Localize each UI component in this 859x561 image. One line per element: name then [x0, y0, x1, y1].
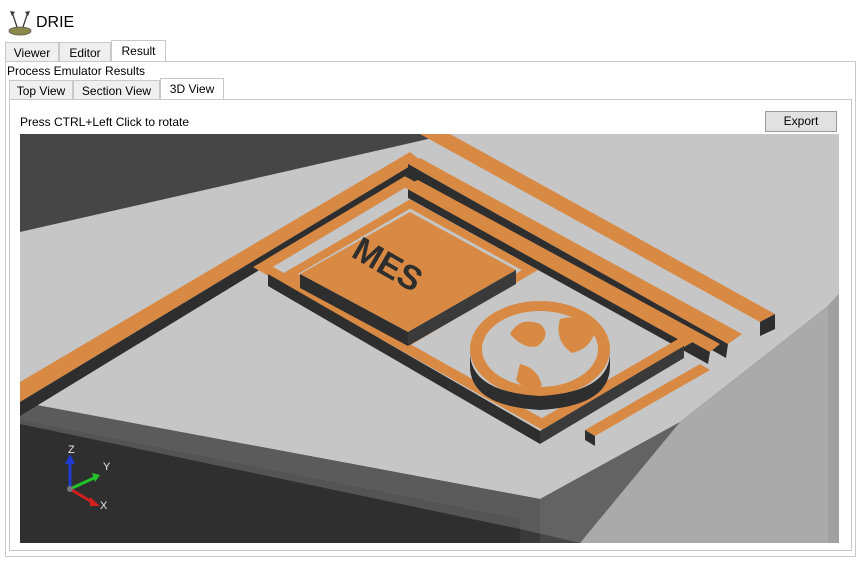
substrate-side [828, 294, 839, 543]
tab-section-view[interactable]: Section View [73, 80, 160, 100]
tab-top-view[interactable]: Top View [9, 80, 73, 100]
axis-y-label: Y [103, 461, 111, 473]
tab-editor[interactable]: Editor [59, 42, 111, 62]
tab-3d-view[interactable]: 3D View [160, 78, 224, 100]
section-label: Process Emulator Results [7, 64, 146, 78]
axis-z-label: Z [68, 444, 75, 456]
app-title: DRIE [36, 14, 75, 31]
export-button[interactable]: Export [765, 111, 837, 132]
rotate-hint: Press CTRL+Left Click to rotate [20, 115, 190, 129]
tab-result[interactable]: Result [111, 40, 166, 62]
drie-app-icon [6, 8, 34, 38]
axis-x-label: X [100, 500, 108, 512]
tab-viewer[interactable]: Viewer [5, 42, 59, 62]
3d-viewport[interactable]: MES Z Y X [20, 134, 839, 543]
